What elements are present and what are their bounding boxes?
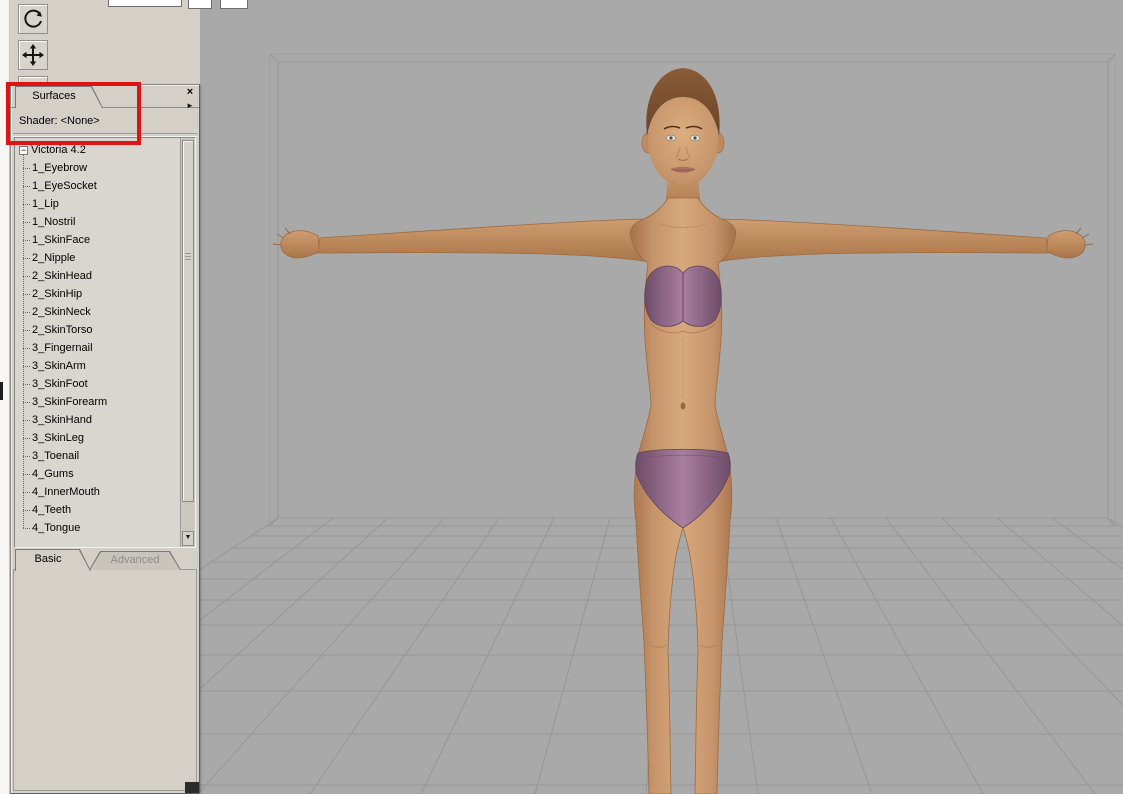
surface-tree-item[interactable]: 2_SkinTorso xyxy=(17,321,179,339)
surfaces-panel: Surfaces × ► Shader: <None> − Victoria 4… xyxy=(10,84,200,794)
surface-tree-item[interactable]: 4_Tongue xyxy=(17,519,179,537)
surface-tree-item[interactable]: 3_SkinForearm xyxy=(17,393,179,411)
pan-move-tool-button[interactable] xyxy=(18,40,48,70)
surface-tree-item[interactable]: 4_Gums xyxy=(17,465,179,483)
surface-tree-item[interactable]: 4_Teeth xyxy=(17,501,179,519)
surface-tree-item[interactable]: 1_SkinFace xyxy=(17,231,179,249)
surface-tree-item[interactable]: 3_SkinHand xyxy=(17,411,179,429)
surface-tree-item[interactable]: 3_SkinLeg xyxy=(17,429,179,447)
dock-handle[interactable] xyxy=(0,382,3,400)
surface-tree-item[interactable]: 1_Lip xyxy=(17,195,179,213)
shader-label: Shader: <None> xyxy=(19,115,100,127)
surface-tree-item[interactable]: 1_Eyebrow xyxy=(17,159,179,177)
tree-content: − Victoria 4.2 1_Eyebrow 1_EyeSocket 1_L… xyxy=(17,141,179,537)
tree-root-label: Victoria 4.2 xyxy=(31,144,86,156)
pan-move-icon xyxy=(22,44,44,66)
scrollbar-grip-icon xyxy=(185,253,191,262)
panel-menu-arrow-icon[interactable]: ► xyxy=(184,100,196,112)
tab-advanced-label: Advanced xyxy=(110,554,160,566)
tree-scrollbar[interactable]: ▼ xyxy=(180,138,195,547)
tab-basic-label: Basic xyxy=(34,553,62,565)
figure-model[interactable] xyxy=(272,68,1094,794)
scroll-down-button[interactable]: ▼ xyxy=(182,531,194,546)
surface-tree-item[interactable]: 3_SkinArm xyxy=(17,357,179,375)
basic-tab-content xyxy=(13,569,197,791)
surface-tree-item[interactable]: 4_InnerMouth xyxy=(17,483,179,501)
surface-tree-item[interactable]: 3_SkinFoot xyxy=(17,375,179,393)
surface-tree-item[interactable]: 2_Nipple xyxy=(17,249,179,267)
panel-tab-bar: Surfaces × ► xyxy=(11,85,199,110)
tab-surfaces-label: Surfaces xyxy=(32,90,76,102)
surface-tree-item[interactable]: 3_Fingernail xyxy=(17,339,179,357)
surface-tree-item[interactable]: 1_EyeSocket xyxy=(17,177,179,195)
close-icon[interactable]: × xyxy=(184,86,196,98)
tree-root-row[interactable]: − Victoria 4.2 xyxy=(17,141,179,159)
cut-off-top-button[interactable] xyxy=(188,0,212,9)
panel-resize-corner[interactable] xyxy=(185,782,199,793)
scrollbar-thumb[interactable] xyxy=(182,140,194,502)
surface-tree-item[interactable]: 3_Toenail xyxy=(17,447,179,465)
surface-tree-item[interactable]: 2_SkinHip xyxy=(17,285,179,303)
tree-children: 1_Eyebrow 1_EyeSocket 1_Lip 1_Nostril 1_… xyxy=(17,154,179,537)
surfaces-tree: − Victoria 4.2 1_Eyebrow 1_EyeSocket 1_L… xyxy=(14,137,196,548)
surface-tree-item[interactable]: 1_Nostril xyxy=(17,213,179,231)
tab-surfaces[interactable]: Surfaces xyxy=(15,86,103,108)
surface-tree-item[interactable]: 2_SkinHead xyxy=(17,267,179,285)
orbit-rotate-tool-button[interactable] xyxy=(18,4,48,34)
cut-off-top-button[interactable] xyxy=(220,0,248,9)
tab-advanced[interactable]: Advanced xyxy=(89,551,181,570)
viewport-3d-scene[interactable] xyxy=(200,0,1123,794)
orbit-rotate-icon xyxy=(24,9,42,28)
tab-basic[interactable]: Basic xyxy=(15,549,91,571)
basic-advanced-tabbar: Advanced Basic xyxy=(11,548,199,570)
surface-tree-item[interactable]: 2_SkinNeck xyxy=(17,303,179,321)
cut-off-top-button[interactable] xyxy=(108,0,182,7)
viewport-3d[interactable] xyxy=(200,0,1123,794)
